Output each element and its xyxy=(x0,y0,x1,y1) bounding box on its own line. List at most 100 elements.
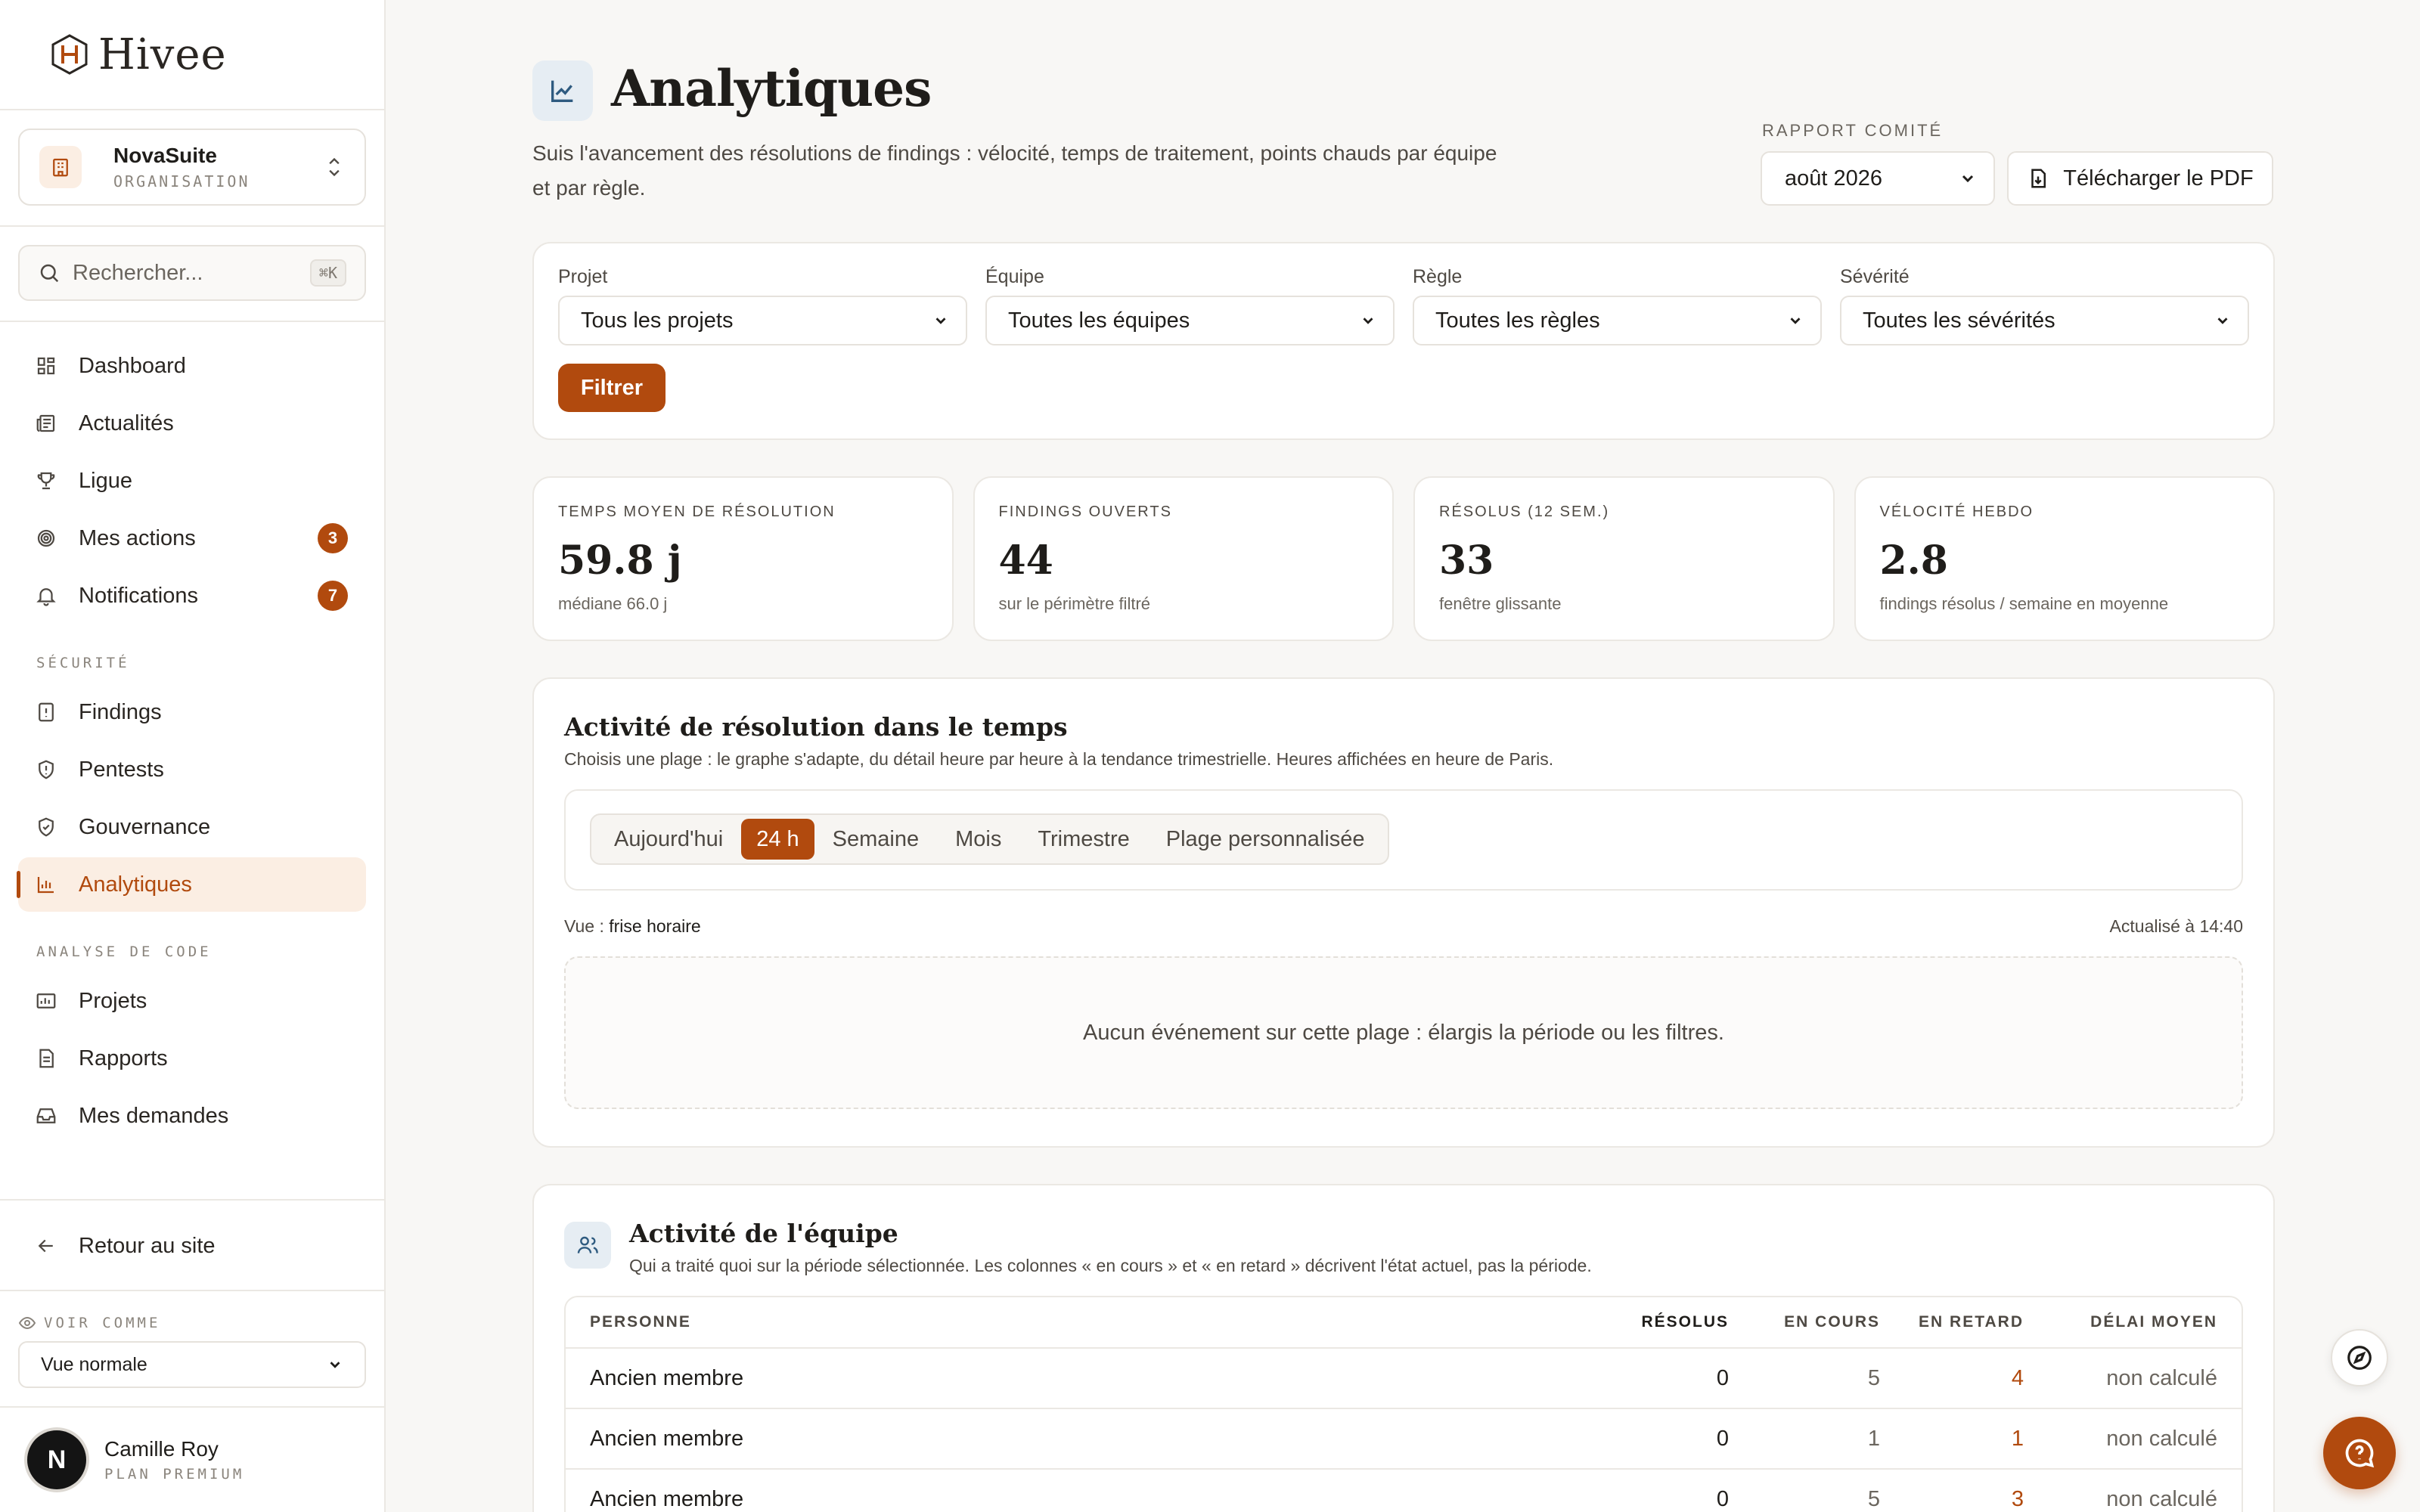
nav-label: Mes demandes xyxy=(79,1103,229,1128)
view-as-label: VOIR COMME xyxy=(18,1314,366,1332)
filter-button[interactable]: Filtrer xyxy=(558,364,666,412)
table-header: PERSONNE RÉSOLUS EN COURS EN RETARD DÉLA… xyxy=(566,1297,2242,1347)
table-row[interactable]: Ancien membre 0 5 3 non calculé xyxy=(566,1468,2242,1512)
cell-resolved: 0 xyxy=(1716,1365,1729,1390)
search-input[interactable]: Rechercher... ⌘K xyxy=(18,245,366,301)
section-subtitle: Choisis une plage : le graphe s'adapte, … xyxy=(564,749,1554,769)
main-nav: Dashboard Actualités Ligue Mes actions 3… xyxy=(0,322,384,1143)
kpi-value: 2.8 xyxy=(1879,538,1948,584)
cell-late: 4 xyxy=(2011,1365,2024,1390)
column-header[interactable]: RÉSOLUS xyxy=(1608,1313,1729,1331)
nav-label: Analytiques xyxy=(79,872,192,897)
range-selector: Aujourd'hui 24 h Semaine Mois Trimestre … xyxy=(590,813,1389,865)
filter-project-select[interactable]: Tous les projets xyxy=(558,296,967,345)
column-header[interactable]: EN COURS xyxy=(1729,1313,1880,1331)
chevron-down-icon xyxy=(330,1362,340,1368)
compass-button[interactable] xyxy=(2331,1329,2388,1387)
cell-delay: non calculé xyxy=(2106,1486,2217,1511)
report-month-select[interactable]: août 2026 xyxy=(1761,151,1995,206)
inbox-icon xyxy=(36,1108,56,1123)
filter-team-select[interactable]: Toutes les équipes xyxy=(985,296,1395,345)
help-chat-button[interactable] xyxy=(2323,1417,2396,1489)
filter-project-label: Projet xyxy=(558,266,608,287)
line-chart-icon xyxy=(532,60,593,121)
building-icon xyxy=(39,146,82,188)
filter-team-value: Toutes les équipes xyxy=(1008,308,1190,333)
shield-alert-icon xyxy=(39,760,54,779)
page-description: Suis l'avancement des résolutions de fin… xyxy=(532,141,1497,200)
nav-label: Ligue xyxy=(79,468,132,493)
view-as-select[interactable]: Vue normale xyxy=(18,1341,366,1388)
nav-item-projets[interactable]: Projets xyxy=(18,974,366,1028)
nav-item-pentests[interactable]: Pentests xyxy=(18,742,366,797)
kpi-subtext: médiane 66.0 j xyxy=(558,594,668,613)
filter-severity-select[interactable]: Toutes les sévérités xyxy=(1840,296,2249,345)
cell-delay: non calculé xyxy=(2106,1365,2217,1390)
column-header[interactable]: EN RETARD xyxy=(1880,1313,2024,1331)
count-badge: 7 xyxy=(318,581,348,611)
bar-chart-icon xyxy=(37,877,54,894)
filter-team-label: Équipe xyxy=(985,266,1044,287)
download-pdf-button[interactable]: Télécharger le PDF xyxy=(2007,151,2273,206)
nav-item-ligue[interactable]: Ligue xyxy=(18,454,366,508)
view-as-label-text: VOIR COMME xyxy=(44,1315,161,1331)
nav-item-analytiques[interactable]: Analytiques xyxy=(17,857,366,912)
nav-item-gouvernance[interactable]: Gouvernance xyxy=(18,800,366,854)
range-month[interactable]: Mois xyxy=(937,819,1019,860)
section-title: Activité de résolution dans le temps xyxy=(564,712,1068,742)
range-24h[interactable]: 24 h xyxy=(741,819,814,860)
shield-check-icon xyxy=(39,817,54,837)
sidebar: Hivee NovaSuite ORGANISATION Rechercher.… xyxy=(0,0,386,1512)
projects-icon xyxy=(36,993,56,1009)
chat-help-icon xyxy=(2345,1439,2375,1468)
nav-item-actualites[interactable]: Actualités xyxy=(18,396,366,451)
column-header[interactable]: DÉLAI MOYEN xyxy=(2024,1313,2217,1331)
news-icon xyxy=(36,414,55,432)
range-week[interactable]: Semaine xyxy=(814,819,937,860)
kpi-label: RÉSOLUS (12 SEM.) xyxy=(1439,503,1610,520)
team-table: PERSONNE RÉSOLUS EN COURS EN RETARD DÉLA… xyxy=(564,1296,2243,1512)
chevron-down-icon xyxy=(1363,318,1373,324)
kpi-value: 44 xyxy=(998,538,1053,584)
logo[interactable]: Hivee xyxy=(0,0,384,110)
nav-label: Rapports xyxy=(79,1046,168,1070)
report-month-value: août 2026 xyxy=(1785,166,1883,191)
kpi-card: TEMPS MOYEN DE RÉSOLUTION 59.8 j médiane… xyxy=(532,476,954,641)
empty-state: Aucun événement sur cette plage : élargi… xyxy=(564,956,2243,1109)
cell-resolved: 0 xyxy=(1716,1426,1729,1451)
view-mode-label: Vue : xyxy=(564,916,604,936)
kpi-subtext: findings résolus / semaine en moyenne xyxy=(1879,594,2169,613)
range-today[interactable]: Aujourd'hui xyxy=(596,819,741,860)
kpi-subtext: sur le périmètre filtré xyxy=(998,594,1151,613)
kpi-subtext: fenêtre glissante xyxy=(1439,594,1562,613)
filter-rule-value: Toutes les règles xyxy=(1435,308,1600,333)
filter-rule-select[interactable]: Toutes les règles xyxy=(1413,296,1822,345)
user-profile[interactable]: N Camille Roy PLAN PREMIUM xyxy=(0,1406,384,1512)
table-row[interactable]: Ancien membre 0 5 4 non calculé xyxy=(566,1347,2242,1408)
chevron-down-icon xyxy=(1790,318,1801,324)
range-quarter[interactable]: Trimestre xyxy=(1019,819,1147,860)
column-header[interactable]: PERSONNE xyxy=(590,1313,1608,1331)
nav-item-mes-demandes[interactable]: Mes demandes xyxy=(18,1089,366,1143)
range-custom[interactable]: Plage personnalisée xyxy=(1148,819,1383,860)
nav-item-notifications[interactable]: Notifications 7 xyxy=(18,569,366,623)
nav-label: Gouvernance xyxy=(79,814,211,839)
filter-severity-value: Toutes les sévérités xyxy=(1863,308,2055,333)
table-row[interactable]: Ancien membre 0 1 1 non calculé xyxy=(566,1408,2242,1468)
kpi-value: 33 xyxy=(1439,538,1494,584)
download-pdf-label: Télécharger le PDF xyxy=(2063,166,2254,191)
kpi-card: RÉSOLUS (12 SEM.) 33 fenêtre glissante xyxy=(1413,476,1835,641)
user-plan: PLAN PREMIUM xyxy=(104,1466,245,1483)
hivee-logo-icon xyxy=(51,34,88,75)
dashboard-icon xyxy=(37,357,55,375)
back-to-site-link[interactable]: Retour au site xyxy=(18,1219,366,1273)
search-shortcut: ⌘K xyxy=(309,259,346,287)
org-switcher[interactable]: NovaSuite ORGANISATION xyxy=(18,129,366,206)
avatar: N xyxy=(27,1430,86,1489)
nav-item-rapports[interactable]: Rapports xyxy=(18,1031,366,1086)
nav-label: Mes actions xyxy=(79,525,196,550)
nav-item-findings[interactable]: Findings xyxy=(18,685,366,739)
nav-item-mes-actions[interactable]: Mes actions 3 xyxy=(18,511,366,565)
filter-severity-label: Sévérité xyxy=(1840,266,1910,287)
nav-item-dashboard[interactable]: Dashboard xyxy=(18,339,366,393)
